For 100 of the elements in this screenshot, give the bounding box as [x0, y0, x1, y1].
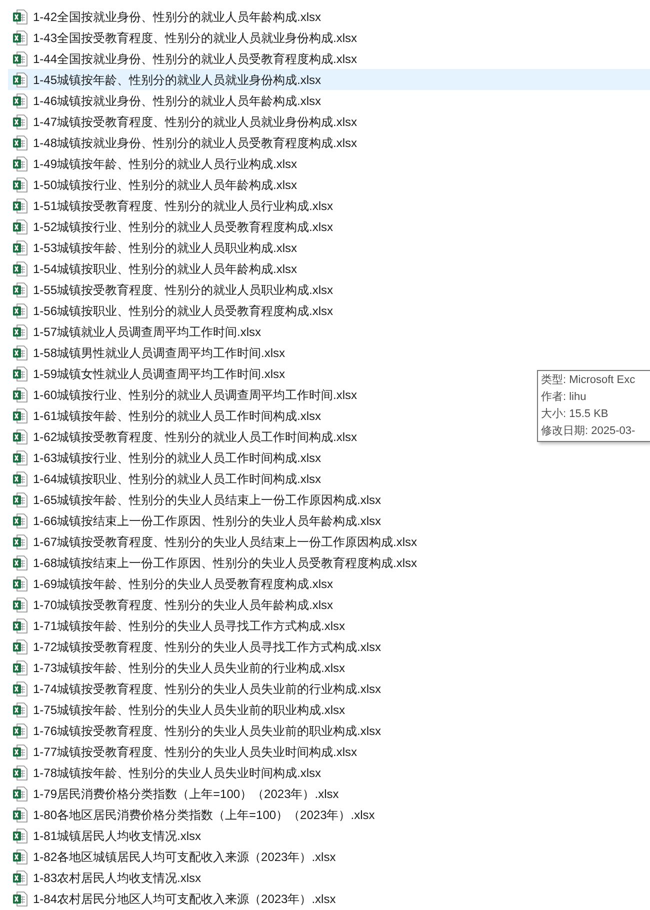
file-item[interactable]: 1-66城镇按结束上一份工作原因、性别分的失业人员年龄构成.xlsx	[8, 510, 386, 531]
file-name: 1-44全国按就业身份、性别分的就业人员受教育程度构成.xlsx	[33, 50, 358, 68]
file-name: 1-84农村居民分地区人均可支配收入来源（2023年）.xlsx	[33, 890, 336, 908]
file-name: 1-71城镇按年龄、性别分的失业人员寻找工作方式构成.xlsx	[33, 618, 346, 634]
spreadsheet-file-icon	[12, 786, 28, 802]
file-item[interactable]: 1-46城镇按就业身份、性别分的就业人员年龄构成.xlsx	[8, 90, 326, 111]
spreadsheet-file-icon	[12, 680, 28, 696]
file-item[interactable]: 1-48城镇按就业身份、性别分的就业人员受教育程度构成.xlsx	[8, 132, 362, 153]
file-name: 1-42全国按就业身份、性别分的就业人员年龄构成.xlsx	[33, 8, 322, 26]
file-name: 1-53城镇按年龄、性别分的就业人员职业构成.xlsx	[33, 240, 298, 256]
spreadsheet-file-icon	[12, 386, 28, 402]
file-name: 1-43全国按受教育程度、性别分的就业人员就业身份构成.xlsx	[33, 30, 358, 46]
file-item[interactable]: 1-58城镇男性就业人员调查周平均工作时间.xlsx	[8, 342, 290, 363]
file-item[interactable]: 1-64城镇按职业、性别分的就业人员工作时间构成.xlsx	[8, 468, 326, 489]
file-item[interactable]: 1-53城镇按年龄、性别分的就业人员职业构成.xlsx	[8, 237, 302, 258]
file-name: 1-59城镇女性就业人员调查周平均工作时间.xlsx	[33, 366, 286, 382]
file-name: 1-70城镇按受教育程度、性别分的失业人员年龄构成.xlsx	[33, 596, 334, 614]
file-name: 1-75城镇按年龄、性别分的失业人员失业前的职业构成.xlsx	[33, 702, 346, 718]
file-item[interactable]: 1-44全国按就业身份、性别分的就业人员受教育程度构成.xlsx	[8, 48, 362, 69]
file-item[interactable]: 1-65城镇按年龄、性别分的失业人员结束上一份工作原因构成.xlsx	[8, 489, 386, 510]
file-item[interactable]: 1-67城镇按受教育程度、性别分的失业人员结束上一份工作原因构成.xlsx	[8, 531, 422, 552]
spreadsheet-file-icon	[12, 470, 28, 486]
file-name: 1-48城镇按就业身份、性别分的就业人员受教育程度构成.xlsx	[33, 134, 358, 152]
spreadsheet-file-icon	[12, 554, 28, 570]
spreadsheet-file-icon	[12, 596, 28, 612]
spreadsheet-file-icon	[12, 512, 28, 528]
file-name: 1-56城镇按职业、性别分的就业人员受教育程度构成.xlsx	[33, 302, 334, 320]
file-item[interactable]: 1-73城镇按年龄、性别分的失业人员失业前的行业构成.xlsx	[8, 657, 350, 678]
spreadsheet-file-icon	[12, 156, 28, 172]
file-name: 1-78城镇按年龄、性别分的失业人员失业时间构成.xlsx	[33, 764, 322, 782]
file-name: 1-46城镇按就业身份、性别分的就业人员年龄构成.xlsx	[33, 92, 322, 110]
spreadsheet-file-icon	[12, 890, 28, 906]
file-item[interactable]: 1-81城镇居民人均收支情况.xlsx	[8, 825, 206, 846]
file-item[interactable]: 1-54城镇按职业、性别分的就业人员年龄构成.xlsx	[8, 258, 302, 279]
file-item[interactable]: 1-51城镇按受教育程度、性别分的就业人员行业构成.xlsx	[8, 195, 338, 216]
spreadsheet-file-icon	[12, 828, 28, 844]
file-item[interactable]: 1-42全国按就业身份、性别分的就业人员年龄构成.xlsx	[8, 6, 326, 27]
spreadsheet-file-icon	[12, 534, 28, 550]
file-item[interactable]: 1-82各地区城镇居民人均可支配收入来源（2023年）.xlsx	[8, 846, 340, 867]
file-name: 1-77城镇按受教育程度、性别分的失业人员失业时间构成.xlsx	[33, 744, 358, 760]
file-item[interactable]: 1-61城镇按年龄、性别分的就业人员工作时间构成.xlsx	[8, 405, 326, 426]
spreadsheet-file-icon	[12, 8, 28, 24]
file-item[interactable]: 1-72城镇按受教育程度、性别分的失业人员寻找工作方式构成.xlsx	[8, 636, 386, 657]
file-name: 1-54城镇按职业、性别分的就业人员年龄构成.xlsx	[33, 260, 298, 278]
file-item[interactable]: 1-55城镇按受教育程度、性别分的就业人员职业构成.xlsx	[8, 279, 338, 300]
file-item[interactable]: 1-49城镇按年龄、性别分的就业人员行业构成.xlsx	[8, 153, 302, 174]
file-item[interactable]: 1-59城镇女性就业人员调查周平均工作时间.xlsx	[8, 363, 290, 384]
file-item[interactable]: 1-43全国按受教育程度、性别分的就业人员就业身份构成.xlsx	[8, 27, 362, 48]
file-item[interactable]: 1-56城镇按职业、性别分的就业人员受教育程度构成.xlsx	[8, 300, 338, 321]
file-item[interactable]: 1-50城镇按行业、性别分的就业人员年龄构成.xlsx	[8, 174, 302, 195]
file-name: 1-60城镇按行业、性别分的就业人员调查周平均工作时间.xlsx	[33, 386, 358, 404]
file-name: 1-69城镇按年龄、性别分的失业人员受教育程度构成.xlsx	[33, 576, 334, 592]
file-name: 1-52城镇按行业、性别分的就业人员受教育程度构成.xlsx	[33, 218, 334, 236]
file-item[interactable]: 1-60城镇按行业、性别分的就业人员调查周平均工作时间.xlsx	[8, 384, 362, 405]
file-item[interactable]: 1-79居民消费价格分类指数（上年=100）（2023年）.xlsx	[8, 783, 343, 804]
file-item[interactable]: 1-71城镇按年龄、性别分的失业人员寻找工作方式构成.xlsx	[8, 615, 350, 636]
file-name: 1-51城镇按受教育程度、性别分的就业人员行业构成.xlsx	[33, 198, 334, 214]
spreadsheet-file-icon	[12, 50, 28, 66]
file-item[interactable]: 1-52城镇按行业、性别分的就业人员受教育程度构成.xlsx	[8, 216, 338, 237]
spreadsheet-file-icon	[12, 302, 28, 318]
file-item[interactable]: 1-77城镇按受教育程度、性别分的失业人员失业时间构成.xlsx	[8, 741, 362, 762]
file-name: 1-81城镇居民人均收支情况.xlsx	[33, 828, 202, 844]
file-name: 1-66城镇按结束上一份工作原因、性别分的失业人员年龄构成.xlsx	[33, 512, 382, 530]
spreadsheet-file-icon	[12, 450, 28, 466]
file-name: 1-62城镇按受教育程度、性别分的就业人员工作时间构成.xlsx	[33, 428, 358, 446]
file-name: 1-49城镇按年龄、性别分的就业人员行业构成.xlsx	[33, 156, 298, 172]
file-name: 1-64城镇按职业、性别分的就业人员工作时间构成.xlsx	[33, 470, 322, 488]
file-item[interactable]: 1-80各地区居民消费价格分类指数（上年=100）（2023年）.xlsx	[8, 804, 379, 825]
file-item[interactable]: 1-57城镇就业人员调查周平均工作时间.xlsx	[8, 321, 266, 342]
file-item[interactable]: 1-78城镇按年龄、性别分的失业人员失业时间构成.xlsx	[8, 762, 326, 783]
spreadsheet-file-icon	[12, 134, 28, 150]
file-item[interactable]: 1-75城镇按年龄、性别分的失业人员失业前的职业构成.xlsx	[8, 699, 350, 720]
spreadsheet-file-icon	[12, 344, 28, 360]
file-item[interactable]: 1-69城镇按年龄、性别分的失业人员受教育程度构成.xlsx	[8, 573, 338, 594]
spreadsheet-file-icon	[12, 870, 28, 886]
file-item[interactable]: 1-45城镇按年龄、性别分的就业人员就业身份构成.xlsx	[8, 69, 650, 90]
file-name: 1-72城镇按受教育程度、性别分的失业人员寻找工作方式构成.xlsx	[33, 638, 382, 656]
file-name: 1-68城镇按结束上一份工作原因、性别分的失业人员受教育程度构成.xlsx	[33, 554, 418, 572]
file-item[interactable]: 1-68城镇按结束上一份工作原因、性别分的失业人员受教育程度构成.xlsx	[8, 552, 422, 573]
file-item[interactable]: 1-63城镇按行业、性别分的就业人员工作时间构成.xlsx	[8, 447, 326, 468]
tooltip-line: 类型: Microsoft Exc	[541, 373, 636, 388]
file-item[interactable]: 1-47城镇按受教育程度、性别分的就业人员就业身份构成.xlsx	[8, 111, 362, 132]
file-item[interactable]: 1-74城镇按受教育程度、性别分的失业人员失业前的行业构成.xlsx	[8, 678, 386, 699]
file-item[interactable]: 1-83农村居民人均收支情况.xlsx	[8, 867, 206, 888]
spreadsheet-file-icon	[12, 260, 28, 276]
file-item[interactable]: 1-76城镇按受教育程度、性别分的失业人员失业前的职业构成.xlsx	[8, 720, 386, 741]
file-name: 1-82各地区城镇居民人均可支配收入来源（2023年）.xlsx	[33, 848, 336, 866]
file-name: 1-65城镇按年龄、性别分的失业人员结束上一份工作原因构成.xlsx	[33, 492, 382, 508]
file-name: 1-63城镇按行业、性别分的就业人员工作时间构成.xlsx	[33, 450, 322, 466]
file-item[interactable]: 1-70城镇按受教育程度、性别分的失业人员年龄构成.xlsx	[8, 594, 338, 615]
spreadsheet-file-icon	[12, 218, 28, 234]
spreadsheet-file-icon	[12, 72, 28, 88]
spreadsheet-file-icon	[12, 638, 28, 654]
spreadsheet-file-icon	[12, 722, 28, 738]
file-item[interactable]: 1-62城镇按受教育程度、性别分的就业人员工作时间构成.xlsx	[8, 426, 362, 447]
file-name: 1-80各地区居民消费价格分类指数（上年=100）（2023年）.xlsx	[33, 806, 375, 824]
tooltip-line: 大小: 15.5 KB	[541, 407, 610, 422]
file-item[interactable]: 1-84农村居民分地区人均可支配收入来源（2023年）.xlsx	[8, 888, 340, 909]
spreadsheet-file-icon	[12, 764, 28, 780]
spreadsheet-file-icon	[12, 618, 28, 634]
